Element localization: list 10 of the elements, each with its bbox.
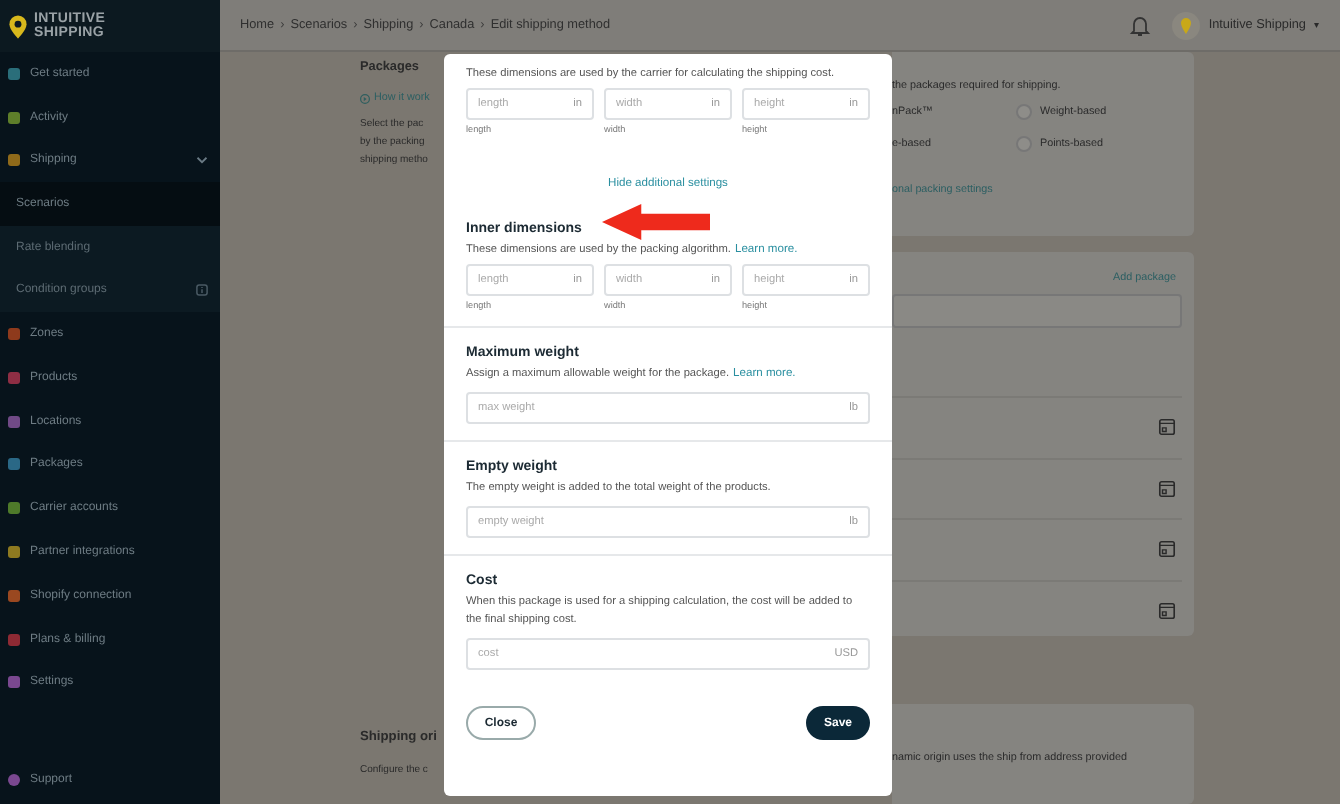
bell-icon[interactable] [1128, 13, 1153, 37]
window-icon[interactable] [1158, 418, 1176, 437]
pin-logo-icon [8, 13, 28, 39]
search-field[interactable] [892, 294, 1182, 328]
window-icon[interactable] [1158, 540, 1176, 559]
chevron-icon[interactable] [196, 154, 208, 167]
pin-avatar-icon [1172, 11, 1201, 39]
window-icon[interactable] [1158, 479, 1176, 498]
window-icon[interactable] [1158, 601, 1176, 620]
play-icon [360, 93, 370, 103]
